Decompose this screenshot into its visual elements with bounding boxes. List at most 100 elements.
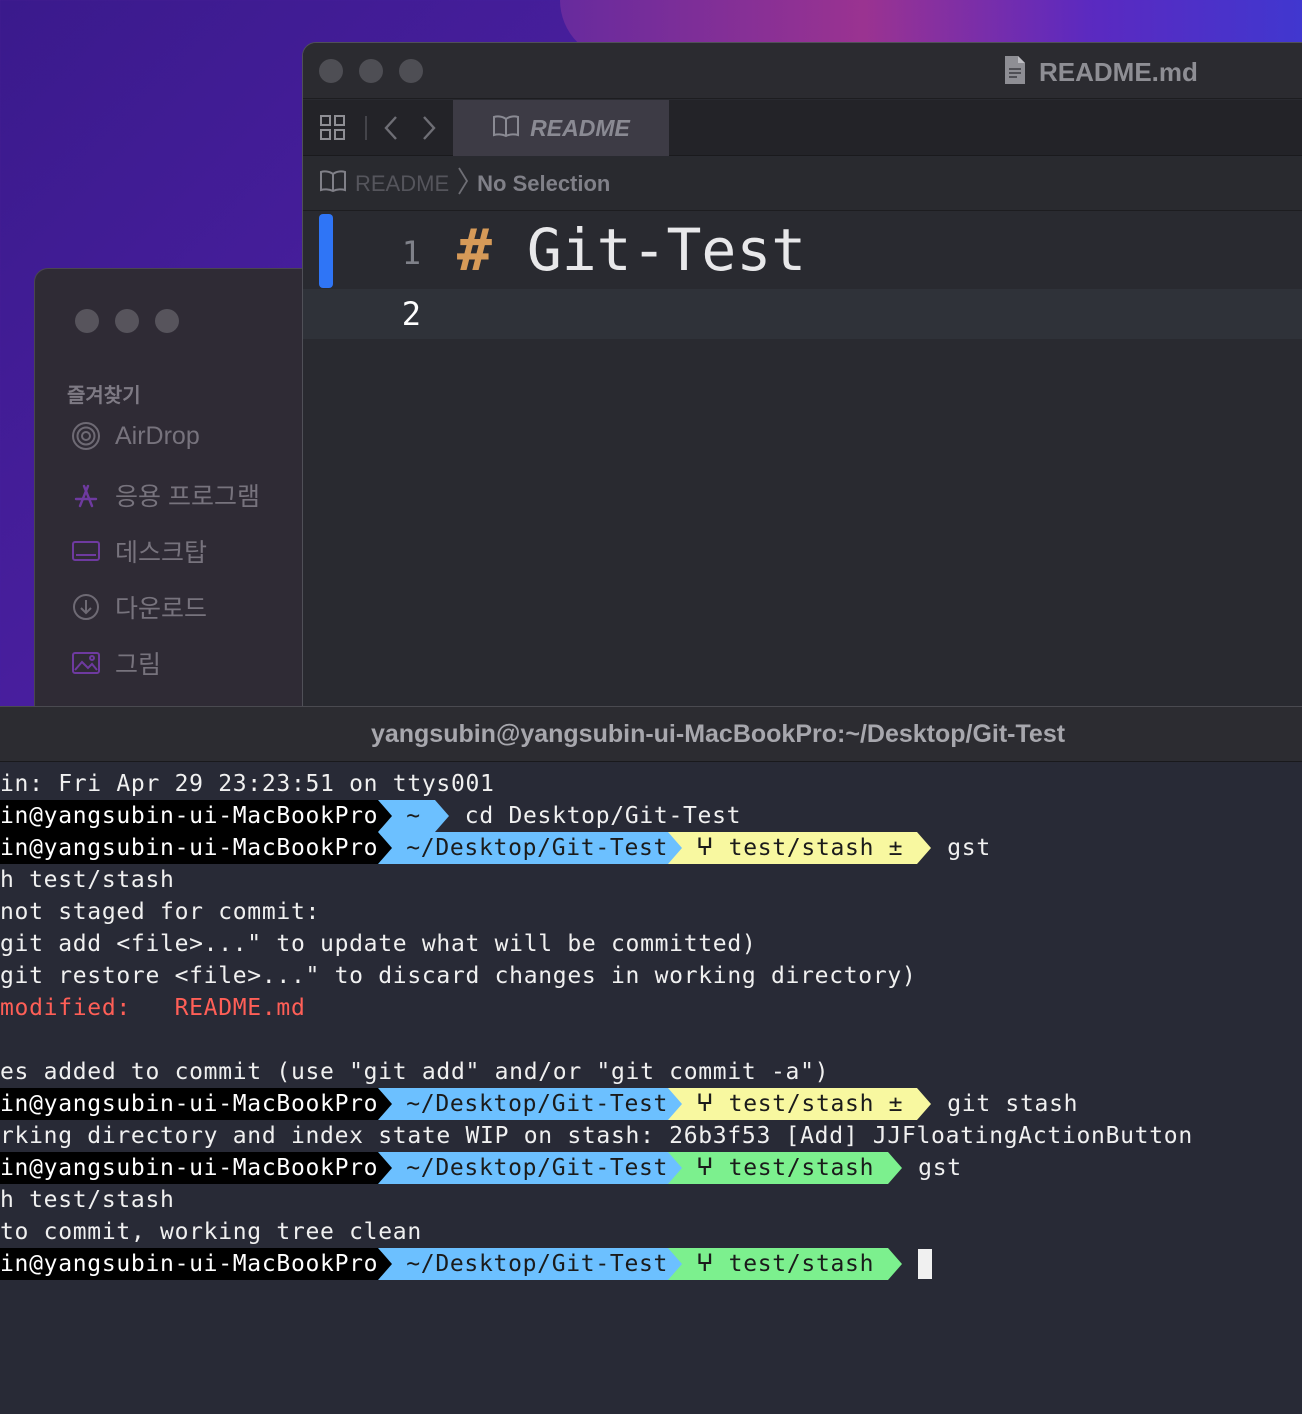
source-editor[interactable]: 1 # Git-Test 2	[303, 212, 1302, 721]
close-button[interactable]	[75, 309, 99, 333]
minimize-button[interactable]	[359, 59, 383, 83]
git-branch-icon: ⵖ	[696, 835, 715, 861]
git-branch-icon: ⵖ	[696, 1155, 715, 1181]
xcode-traffic-lights[interactable]	[319, 59, 423, 83]
pictures-icon	[71, 648, 101, 678]
xcode-window: README.md README README No Selection 1 #…	[302, 42, 1302, 722]
finder-window: 즐겨찾기 AirDrop 응용 프로그램 데스크탑 다운로드 그림	[34, 268, 334, 728]
download-icon	[71, 592, 101, 622]
git-branch-name: test/stash ±	[728, 1091, 904, 1117]
prompt-user-segment: in@yangsubin-ui-MacBookPro	[0, 1152, 393, 1184]
sidebar-item-airdrop[interactable]: AirDrop	[71, 421, 200, 451]
document-title-text: README.md	[1039, 57, 1198, 87]
prompt-arrow	[378, 1152, 393, 1184]
prompt-dir-segment: ~/Desktop/Git-Test	[378, 832, 683, 864]
book-icon	[492, 114, 520, 143]
terminal-title: yangsubin@yangsubin-ui-MacBookPro:~/Desk…	[370, 719, 1066, 748]
typed-command: cd Desktop/Git-Test	[464, 803, 742, 829]
zoom-button[interactable]	[155, 309, 179, 333]
tab-label: README	[530, 114, 630, 141]
prompt-arrow	[378, 1248, 393, 1280]
terminal-line: rking directory and index state WIP on s…	[0, 1123, 1193, 1149]
terminal-cursor[interactable]	[918, 1249, 933, 1279]
terminal-output[interactable]: in: Fri Apr 29 23:23:51 on ttys001 in@ya…	[0, 768, 1302, 1414]
prompt-git-segment: ⵖ test/stash	[668, 1248, 889, 1280]
terminal-line: to commit, working tree clean	[0, 1219, 422, 1245]
prompt-user-segment: in@yangsubin-ui-MacBookPro	[0, 832, 393, 864]
book-icon	[319, 169, 347, 198]
close-button[interactable]	[319, 59, 343, 83]
prompt-user-segment: in@yangsubin-ui-MacBookPro	[0, 1088, 393, 1120]
sidebar-item-desktop[interactable]: 데스크탑	[71, 533, 207, 569]
terminal-line: in: Fri Apr 29 23:23:51 on ttys001	[0, 771, 495, 797]
prompt-arrow	[378, 800, 393, 832]
prompt-arrow	[917, 1088, 932, 1120]
terminal-line: git add <file>..." to update what will b…	[0, 931, 757, 957]
finder-traffic-lights[interactable]	[75, 309, 179, 333]
breadcrumb-separator-icon	[457, 166, 469, 201]
prompt-arrow	[434, 800, 449, 832]
sidebar-item-applications[interactable]: 응용 프로그램	[71, 477, 260, 513]
breadcrumb-file[interactable]: README	[355, 171, 449, 197]
sidebar-item-label: AirDrop	[115, 421, 200, 450]
prompt-arrow	[668, 832, 683, 864]
document-icon	[1003, 55, 1027, 90]
prompt-arrow	[378, 1088, 393, 1120]
prompt-user-segment: in@yangsubin-ui-MacBookPro	[0, 800, 393, 832]
typed-command: gst	[918, 1155, 962, 1181]
git-branch-name: test/stash	[728, 1155, 875, 1181]
prompt-arrow	[668, 1248, 683, 1280]
terminal-line: h test/stash	[0, 1187, 175, 1213]
code-line-1: # Git-Test	[457, 216, 806, 284]
prompt-line: in@yangsubin-ui-MacBookPro ~/Desktop/Git-…	[0, 1248, 933, 1280]
prompt-arrow	[917, 832, 932, 864]
heading-text: Git-Test	[491, 216, 807, 284]
prompt-arrow	[888, 1152, 903, 1184]
sidebar-item-downloads[interactable]: 다운로드	[71, 589, 207, 625]
editor-line-current[interactable]: 2	[303, 289, 1302, 339]
typed-command: gst	[947, 835, 991, 861]
applications-icon	[71, 480, 101, 510]
terminal-window[interactable]: yangsubin@yangsubin-ui-MacBookPro:~/Desk…	[0, 706, 1302, 1414]
prompt-git-segment: ⵖ test/stash ±	[668, 832, 918, 864]
sidebar-item-label: 다운로드	[115, 595, 208, 623]
document-title: README.md	[1003, 55, 1198, 90]
prompt-dir-segment: ~/Desktop/Git-Test	[378, 1248, 683, 1280]
typed-command: git stash	[947, 1091, 1079, 1117]
terminal-line: h test/stash	[0, 867, 175, 893]
minimize-button[interactable]	[115, 309, 139, 333]
prompt-dir-segment: ~/Desktop/Git-Test	[378, 1088, 683, 1120]
breadcrumb-selection[interactable]: No Selection	[477, 171, 610, 197]
xcode-tab-bar: README	[303, 100, 1302, 156]
tab-readme[interactable]: README	[453, 100, 669, 156]
terminal-titlebar: yangsubin@yangsubin-ui-MacBookPro:~/Desk…	[0, 706, 1302, 762]
back-chevron-icon[interactable]	[379, 112, 403, 144]
related-items-icon[interactable]	[317, 112, 349, 144]
forward-chevron-icon[interactable]	[417, 112, 441, 144]
toolbar-divider	[365, 116, 367, 140]
modified-file-line: modified: README.md	[0, 995, 306, 1021]
zoom-button[interactable]	[399, 59, 423, 83]
prompt-git-segment: ⵖ test/stash	[668, 1152, 889, 1184]
prompt-line: in@yangsubin-ui-MacBookPro ~/Desktop/Git-…	[0, 1152, 962, 1184]
line-number: 1	[401, 234, 421, 272]
prompt-line: in@yangsubin-ui-MacBookPro ~/Desktop/Git-…	[0, 1088, 1078, 1120]
jump-bar: README No Selection	[303, 157, 1302, 211]
airdrop-icon	[71, 421, 101, 451]
line-number: 2	[401, 295, 421, 333]
prompt-dir-segment: ~/Desktop/Git-Test	[378, 1152, 683, 1184]
sidebar-item-pictures[interactable]: 그림	[71, 645, 161, 681]
prompt-arrow	[668, 1152, 683, 1184]
prompt-arrow	[668, 1088, 683, 1120]
markdown-heading-marker: #	[457, 216, 492, 284]
git-branch-name: test/stash ±	[728, 835, 904, 861]
editor-line[interactable]: 1 # Git-Test	[303, 216, 1302, 288]
terminal-line: not staged for commit:	[0, 899, 321, 925]
favorites-heading: 즐겨찾기	[67, 385, 141, 407]
sidebar-item-label: 응용 프로그램	[115, 483, 260, 511]
terminal-line: git restore <file>..." to discard change…	[0, 963, 917, 989]
prompt-user-segment: in@yangsubin-ui-MacBookPro	[0, 1248, 393, 1280]
terminal-line: es added to commit (use "git add" and/or…	[0, 1059, 830, 1085]
prompt-arrow	[378, 832, 393, 864]
prompt-line: in@yangsubin-ui-MacBookPro ~/Desktop/Git-…	[0, 832, 991, 864]
